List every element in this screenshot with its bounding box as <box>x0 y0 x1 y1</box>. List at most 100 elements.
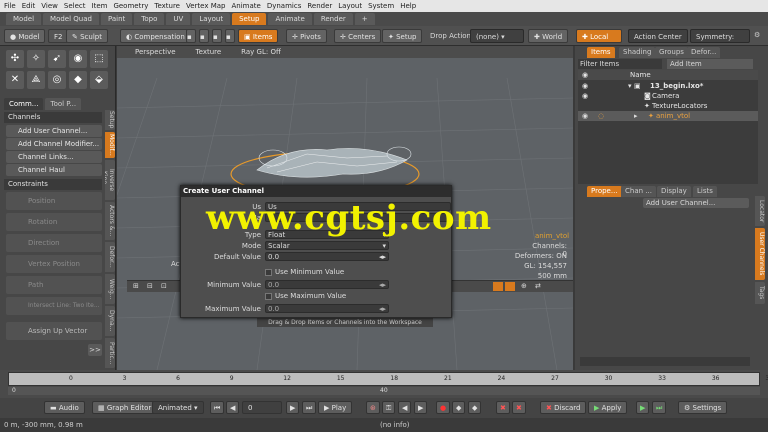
assign-up-vector-button[interactable]: Assign Up Vector <box>6 322 102 340</box>
settings-button[interactable]: ⚙ Settings <box>678 401 728 414</box>
tab-display[interactable]: Display <box>657 186 691 197</box>
stepper-icon[interactable]: ◂▸ <box>379 253 386 262</box>
layout-tab[interactable]: Paint <box>100 13 133 25</box>
vtol-wireframe-model[interactable] <box>256 146 412 178</box>
action-center-dropdown[interactable]: Action Center ▾ <box>628 29 688 55</box>
joint-tool-icon[interactable]: ✧ <box>27 50 45 68</box>
constraints-section-header[interactable]: Constraints <box>4 179 102 190</box>
tab-properties[interactable]: Prope... <box>587 186 622 197</box>
items-button[interactable]: ▣ Items <box>238 29 279 43</box>
current-frame-input[interactable]: 0 <box>242 401 282 414</box>
schematic-expand-icon[interactable]: ⊕ <box>521 282 527 290</box>
use-minimum-checkbox[interactable] <box>265 269 272 276</box>
layout-tab[interactable]: Layout <box>192 13 231 25</box>
schematic-orange-icon-2[interactable] <box>505 282 515 291</box>
vtab-tags[interactable]: Tags <box>755 282 765 304</box>
edge-mode-icon[interactable]: ▪ <box>199 29 209 43</box>
use-maximum-checkbox[interactable] <box>265 293 272 300</box>
forward-end-icon[interactable]: ⏭ <box>652 401 667 414</box>
compensation-button[interactable]: ◐ Compensation <box>120 29 191 43</box>
tab-shading[interactable]: Shading <box>619 47 656 58</box>
default-value-input[interactable]: 0.0 ◂▸ <box>265 252 389 261</box>
lock-icon[interactable]: ◌ <box>598 111 604 121</box>
layout-tab[interactable]: UV <box>166 13 191 25</box>
vtab-dynamics[interactable]: Dyna... <box>105 306 115 336</box>
delete-key-icon[interactable]: ✖ <box>496 401 510 414</box>
next-frame-icon[interactable]: ▶ <box>414 401 428 414</box>
schematic-view-icon[interactable]: ⊡ <box>161 282 167 290</box>
channel-haul-button[interactable]: Channel Haul <box>6 164 102 176</box>
go-to-end-icon[interactable]: ⏭ <box>302 401 317 414</box>
add-channel-modifier-button[interactable]: Add Channel Modifier... <box>6 138 102 150</box>
vtab-inverse-kinematics[interactable]: Inverse Kine... <box>105 160 115 200</box>
play-button[interactable]: ▶ Play <box>318 401 353 414</box>
layout-tab[interactable]: Animate <box>268 13 312 25</box>
visibility-eye-icon[interactable]: ◉ <box>582 81 588 91</box>
tree-row-camera[interactable]: ◉ ◙ Camera <box>578 91 758 101</box>
key-icon[interactable]: ◆ <box>452 401 466 414</box>
menu-item[interactable]: Help <box>400 0 416 12</box>
maximum-value-input[interactable]: 0.0 ◂▸ <box>265 304 389 313</box>
previous-key-icon[interactable]: ◀ <box>226 401 240 414</box>
menu-item[interactable]: Dynamics <box>267 0 302 12</box>
menu-item[interactable]: View <box>41 0 58 12</box>
sphere-tool-icon[interactable]: ◉ <box>69 50 87 68</box>
audio-button[interactable]: ▬ Audio <box>44 401 85 414</box>
symmetry-dropdown[interactable]: Symmetry: Off ▾ <box>690 29 750 55</box>
expand-arrow-icon[interactable]: ▸ <box>634 111 638 121</box>
visibility-eye-icon[interactable]: ◉ <box>582 111 588 121</box>
intersect-line-constraint-button[interactable]: Intersect Line: Two Ite... <box>6 297 102 315</box>
tab-tool-properties[interactable]: Tool P... <box>45 98 82 110</box>
menu-item[interactable]: Select <box>64 0 86 12</box>
path-constraint-button[interactable]: Path <box>6 276 102 294</box>
locator-tool-icon[interactable]: ✣ <box>6 50 24 68</box>
mode-dropdown[interactable]: Scalar ▾ <box>265 241 389 250</box>
deformer-tool-icon[interactable]: ⬚ <box>90 50 108 68</box>
tree-row-anim-vtol[interactable]: ◉ ◌ ▸ ✦ anim_vtol <box>578 111 758 121</box>
layout-tab[interactable]: + <box>354 13 375 25</box>
key-filter-icon[interactable]: ⚿ <box>382 401 396 414</box>
filter-items-input[interactable]: Filter Items <box>578 59 662 69</box>
vtab-setup[interactable]: Setup <box>105 110 115 130</box>
vtab-actors[interactable]: Actors &... <box>105 202 115 240</box>
menu-item[interactable]: File <box>4 0 16 12</box>
graph-editor-button[interactable]: ▦ Graph Editor <box>92 401 158 414</box>
discard-button[interactable]: ✖ Discard <box>540 401 587 414</box>
layout-tab[interactable]: Model <box>6 13 42 25</box>
shading-mode-dropdown[interactable]: Texture <box>196 48 222 56</box>
schematic-orange-icon[interactable] <box>493 282 503 291</box>
position-constraint-button[interactable]: Position <box>6 192 102 210</box>
ray-gl-toggle[interactable]: Ray GL: Off <box>241 48 281 56</box>
prev-frame-icon[interactable]: ◀ <box>398 401 412 414</box>
layout-tab[interactable]: Setup <box>232 13 267 25</box>
view-type-dropdown[interactable]: Perspective <box>135 48 176 56</box>
properties-search-input[interactable] <box>580 357 750 366</box>
rotation-constraint-button[interactable]: Rotation <box>6 213 102 231</box>
vtab-deformers[interactable]: Defor... <box>105 242 115 272</box>
more-tabs-button[interactable]: >> <box>88 344 102 356</box>
direction-constraint-button[interactable]: Direction <box>6 234 102 252</box>
auto-key-icon[interactable]: ⊛ <box>366 401 380 414</box>
add-user-channel-button[interactable]: Add User Channel... <box>6 125 102 137</box>
constraint-tool-icon[interactable]: ⬙ <box>90 71 108 89</box>
timeline-range-bar[interactable]: 0 40 <box>8 387 760 395</box>
polygon-mode-icon[interactable]: ▪ <box>212 29 222 43</box>
minimum-value-input[interactable]: 0.0 ◂▸ <box>265 280 389 289</box>
tab-lists[interactable]: Lists <box>693 186 717 197</box>
tab-commands[interactable]: Comm... <box>4 98 44 110</box>
bone-tool-icon[interactable]: ➹ <box>48 50 66 68</box>
vtab-locator[interactable]: Locator <box>755 196 765 226</box>
add-item-button[interactable]: Add Item <box>667 59 753 69</box>
visibility-eye-icon[interactable]: ◉ <box>582 91 588 101</box>
timeline[interactable]: 036912151821242730333639 0 40 <box>0 370 768 398</box>
tab-groups[interactable]: Groups <box>655 47 688 58</box>
add-user-channel-prop-button[interactable]: Add User Channel... <box>643 198 749 208</box>
menu-item[interactable]: Layout <box>338 0 362 12</box>
gear-icon[interactable]: ⚙ <box>754 31 760 39</box>
delete-key-icon-2[interactable]: ✖ <box>512 401 526 414</box>
menu-item[interactable]: Vertex Map <box>186 0 226 12</box>
menu-item[interactable]: Animate <box>231 0 260 12</box>
next-key-icon[interactable]: ▶ <box>286 401 300 414</box>
tab-deformers[interactable]: Defor... <box>687 47 721 58</box>
vtab-modifiers[interactable]: Modif... <box>105 132 115 158</box>
